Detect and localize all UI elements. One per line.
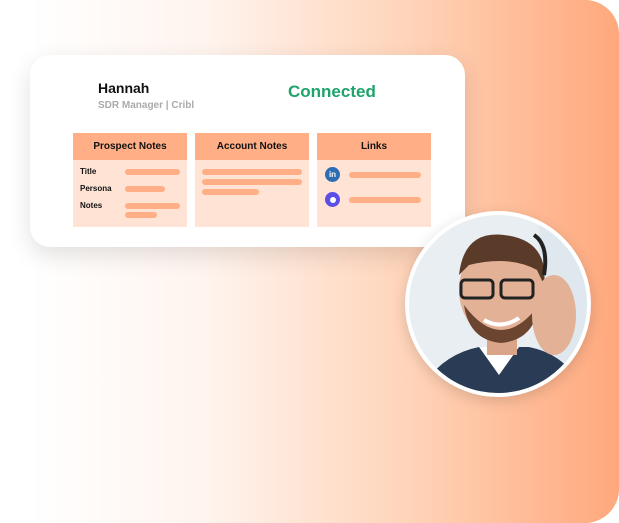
placeholder-bar — [202, 179, 302, 185]
prospect-notes-header: Prospect Notes — [73, 133, 187, 160]
placeholder-bar — [125, 186, 165, 192]
account-notes-header: Account Notes — [195, 133, 309, 160]
placeholder-bar — [202, 169, 302, 175]
outreach-icon[interactable] — [325, 192, 340, 207]
placeholder-bar — [202, 189, 259, 195]
field-label-persona: Persona — [80, 184, 112, 193]
placeholder-bar — [125, 169, 180, 175]
prospect-notes-panel: Prospect Notes Title Persona Notes — [73, 133, 187, 227]
placeholder-bar — [125, 203, 180, 209]
links-panel: Links in — [317, 133, 431, 227]
contact-card: Hannah SDR Manager | Cribl Connected Pro… — [30, 55, 465, 247]
field-label-title: Title — [80, 167, 97, 176]
contact-name: Hannah — [98, 80, 150, 96]
placeholder-bar — [349, 197, 421, 203]
account-notes-panel: Account Notes — [195, 133, 309, 227]
contact-role: SDR Manager | Cribl — [98, 100, 195, 111]
placeholder-bar — [125, 212, 157, 218]
status-badge: Connected — [288, 82, 376, 101]
placeholder-bar — [349, 172, 421, 178]
links-header: Links — [317, 133, 431, 160]
linkedin-icon[interactable]: in — [325, 167, 340, 182]
field-label-notes: Notes — [80, 201, 103, 210]
agent-photo — [405, 211, 591, 397]
